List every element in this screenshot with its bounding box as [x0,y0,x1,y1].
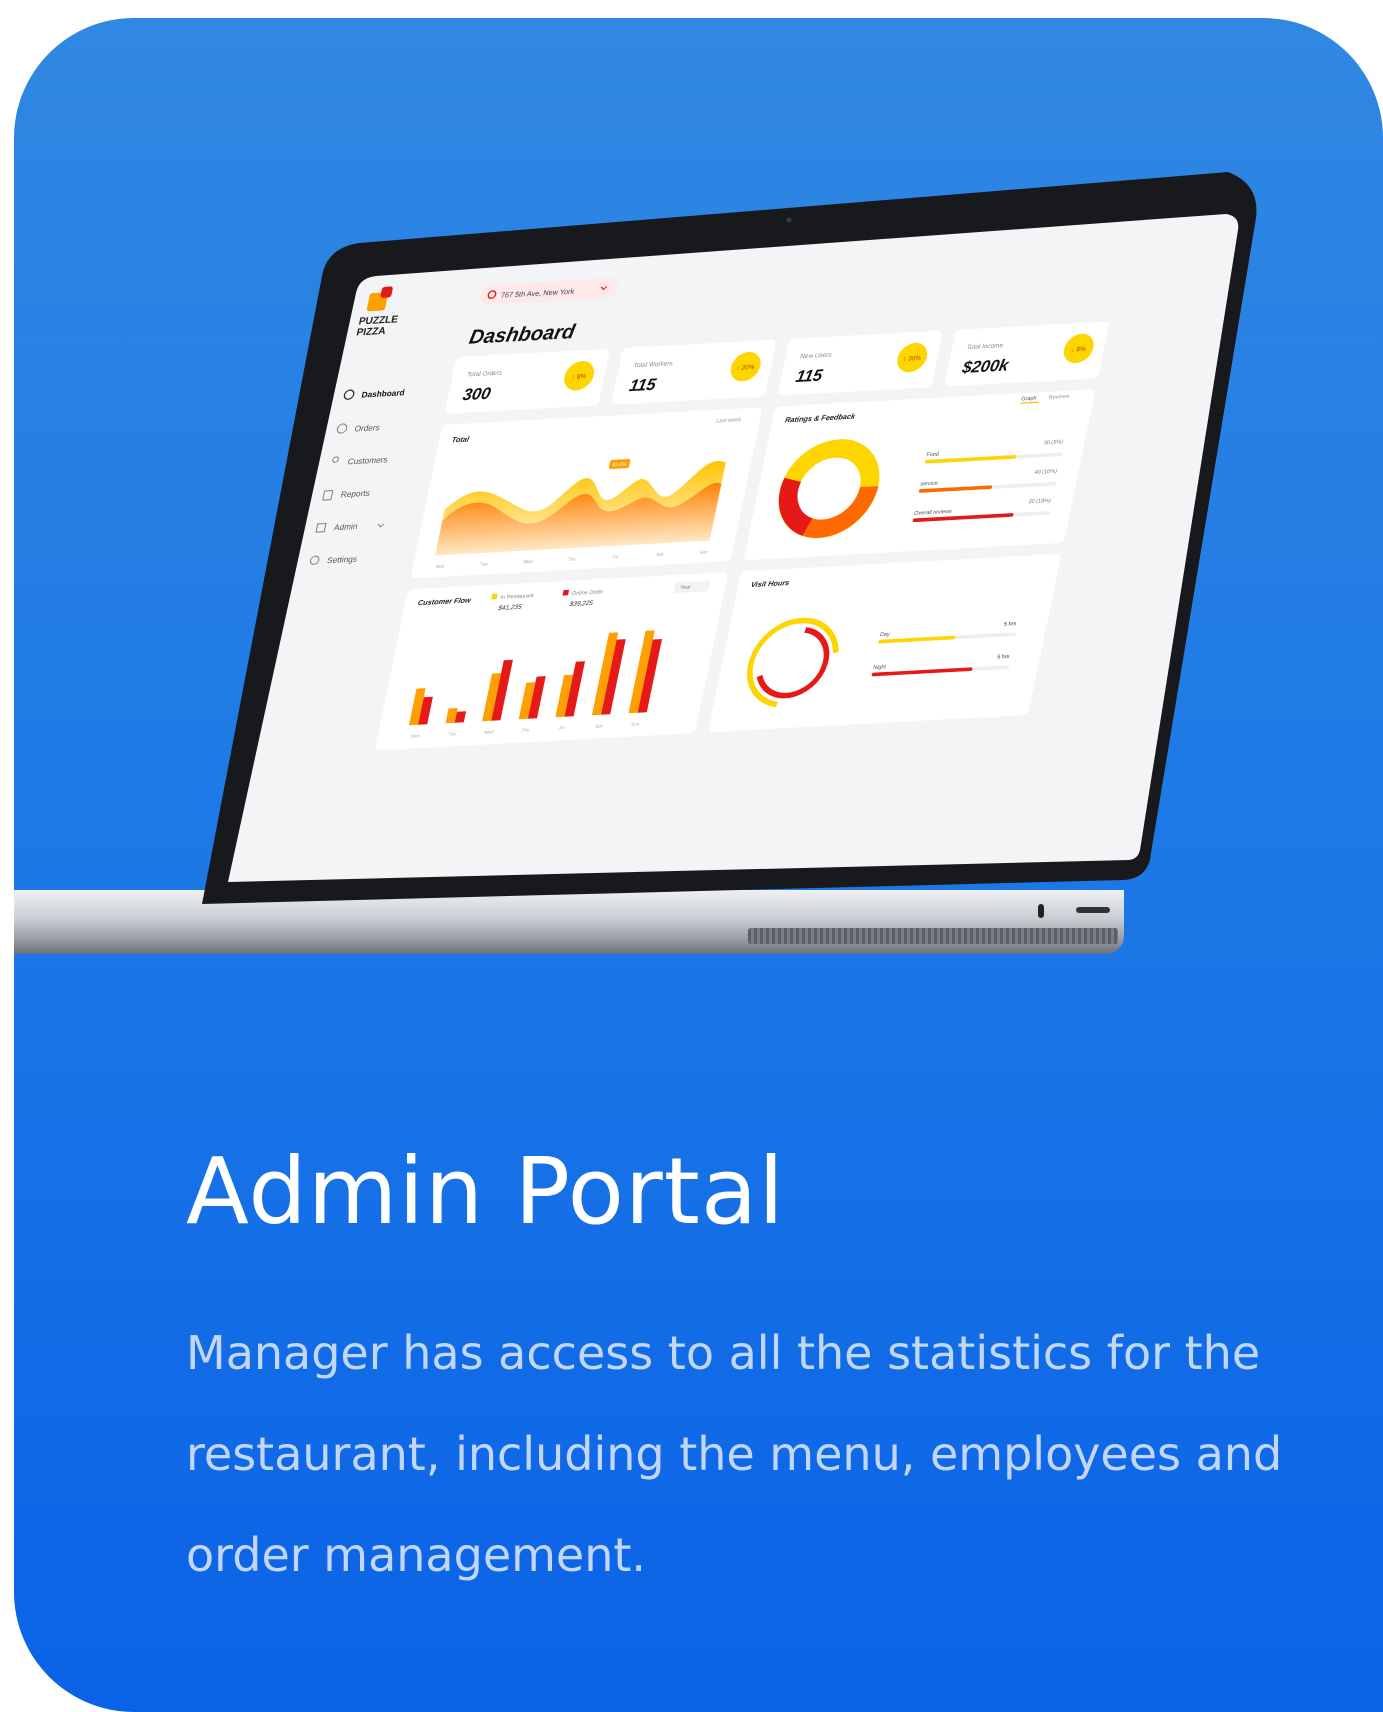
hero-description: Manager has access to all the statistics… [186,1326,1283,1582]
year-dropdown-label: Year [679,585,691,592]
customer-flow-panel: Customer Flow In Restaurant $41,235 Onli… [375,572,728,751]
x-tick-label: Fri [613,554,619,559]
stat-change: ↓ 8% [1071,346,1087,354]
x-tick-label: Sun [699,549,709,554]
bar-label: Food [926,452,940,459]
bar-value: 30 (5%) [1043,439,1064,446]
stat-change: ↑ 30% [902,355,921,363]
visit-value: 5 hrs [996,654,1010,661]
x-tick-label: Mon [411,733,421,738]
legend-value: $39,225 [568,600,594,608]
sidebar-item-label: Reports [340,488,371,499]
visit-label: Night [872,664,886,671]
stat-value: 115 [794,366,825,386]
hero-card: PUZZLE PIZZA Dashboard Orders Customers [14,18,1383,1712]
brand-name-1: PUZZLE [358,314,400,327]
x-tick-label: Thu [521,727,530,732]
tooltip-value: $3,456 [612,461,627,467]
x-tick-label: Thu [567,557,576,562]
year-dropdown[interactable] [673,580,710,593]
x-tick-label: Tue [448,731,457,736]
stat-value: $200k [960,356,1011,377]
x-tick-label: Wed [523,559,534,564]
stat-value: 115 [628,375,659,395]
x-tick-label: Sun [631,721,641,726]
x-tick-label: Fri [559,725,565,730]
laptop-screen: PUZZLE PIZZA Dashboard Orders Customers [202,172,1257,904]
laptop-vent [748,928,1118,944]
brand-name-2: PIZZA [355,326,387,338]
stat-card-orders: Total Orders 300 ↑ 8% [445,349,610,414]
visit-hours-panel: Visit Hours Day 5 hrs Night 5 hrs [708,554,1061,733]
sidebar-item-label: Settings [326,554,358,566]
hero-title: Admin Portal [186,1138,785,1245]
bar-label: service [920,481,939,488]
x-tick-label: Tue [480,561,489,566]
visit-value: 5 hrs [1003,621,1017,628]
stat-change: ↑ 8% [571,373,587,381]
stat-card-income: Total Income $200k ↓ 8% [945,321,1109,387]
stat-value: 300 [461,384,493,404]
panel-title: Total [451,435,471,445]
legend-value: $41,235 [497,604,523,612]
stat-change: ↑ 20% [736,364,755,372]
camera-icon [786,217,792,223]
x-tick-label: Mon [435,564,445,569]
tab-graph[interactable]: Graph [1021,396,1037,403]
x-tick-label: Wed [484,729,495,734]
tab-reviews[interactable]: Reviews [1048,394,1070,401]
visit-label: Day [879,632,890,638]
ratings-panel: Ratings & Feedback Graph Reviews Food 30… [744,389,1095,561]
sidebar-item-label: Admin [333,521,359,532]
stat-card-workers: Total Workers 115 ↑ 20% [612,339,776,405]
sidebar-item-label: Orders [354,422,381,433]
laptop-mockup: PUZZLE PIZZA Dashboard Orders Customers [14,18,1383,978]
stat-card-users: New Users 115 ↑ 30% [778,330,943,396]
total-panel: Total Last week $3,456 Mon Tue Wed Thu F… [411,407,762,579]
